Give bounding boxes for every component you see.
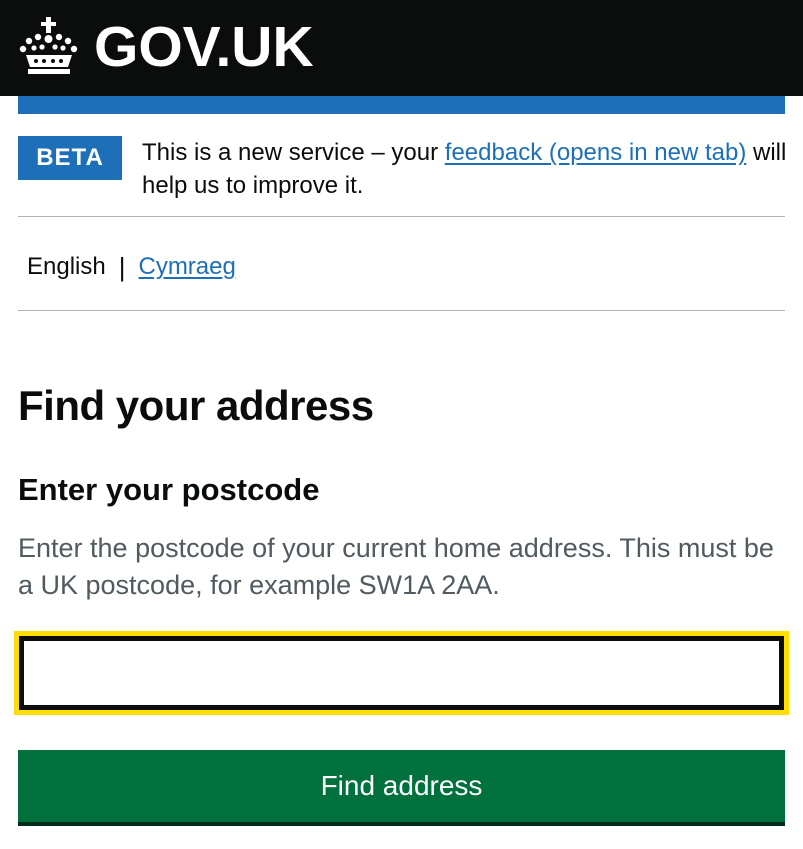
- find-address-button[interactable]: Find address: [18, 750, 785, 822]
- postcode-focus-ring: [14, 631, 789, 715]
- language-current: English: [27, 253, 106, 280]
- page-title: Find your address: [18, 382, 374, 429]
- govuk-header: GOV.UK: [0, 0, 803, 96]
- govuk-logo-link[interactable]: GOV.UK: [18, 12, 314, 82]
- language-separator: |: [118, 252, 126, 282]
- phase-banner-text: This is a new service – your feedback (o…: [142, 136, 787, 202]
- language-welsh-link[interactable]: Cymraeg: [138, 252, 235, 282]
- phase-tag: BETA: [18, 136, 122, 180]
- logo-text: GOV.UK: [94, 14, 314, 79]
- crown-icon: [19, 17, 78, 74]
- header-blue-border: [18, 96, 785, 114]
- postcode-hint: Enter the postcode of your current home …: [18, 533, 774, 600]
- postcode-label: Enter your postcode: [18, 472, 320, 507]
- language-switcher: English | Cymraeg: [27, 252, 236, 282]
- divider: [18, 216, 785, 217]
- postcode-input[interactable]: [19, 636, 784, 710]
- divider: [18, 310, 785, 311]
- phase-banner: BETA This is a new service – your feedba…: [18, 136, 787, 216]
- feedback-link[interactable]: feedback (opens in new tab): [445, 139, 747, 166]
- phase-text-before: This is a new service – your: [142, 139, 445, 166]
